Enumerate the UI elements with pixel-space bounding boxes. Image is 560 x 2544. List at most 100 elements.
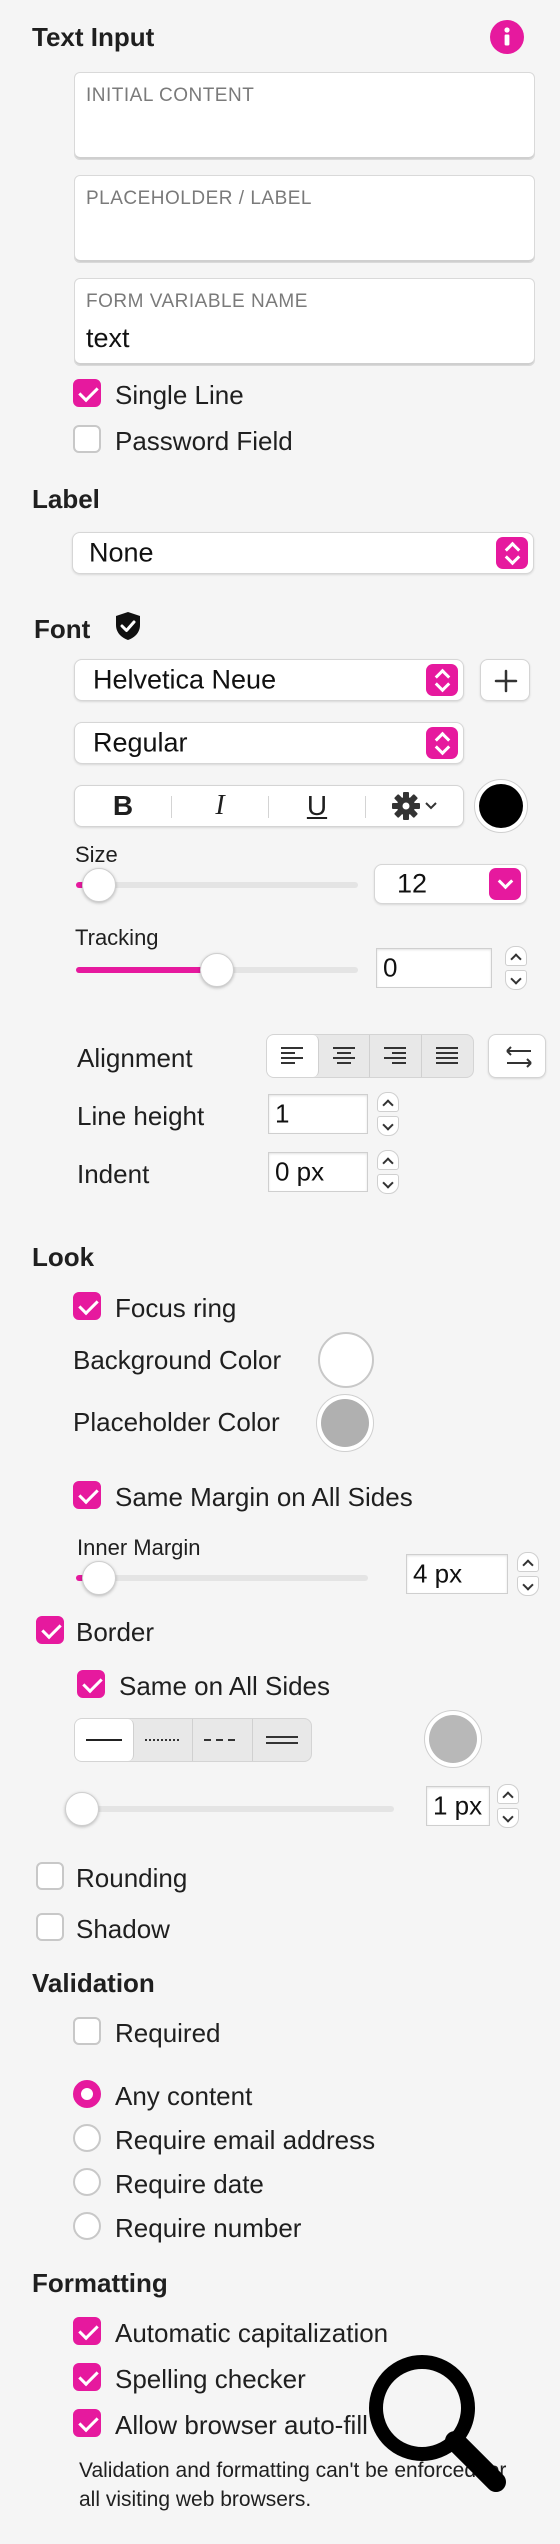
line-height-input[interactable]: 1 <box>268 1094 368 1134</box>
border-width-slider-knob[interactable] <box>65 1792 100 1826</box>
chevron-down-icon <box>489 868 521 900</box>
font-size-combobox[interactable]: 12 <box>374 864 527 904</box>
required-checkbox[interactable] <box>73 2017 101 2045</box>
require-number-radio[interactable] <box>73 2212 101 2240</box>
select-value: Helvetica Neue <box>93 664 277 695</box>
align-center-icon <box>332 1047 355 1064</box>
stepper-up-icon[interactable] <box>517 1552 539 1572</box>
inner-margin-slider[interactable] <box>76 1561 368 1595</box>
add-font-button[interactable] <box>480 659 530 701</box>
form-variable-name-field[interactable]: FORM VARIABLE NAME text <box>74 278 535 366</box>
underline-button[interactable]: U <box>269 786 365 826</box>
spelling-checker-label: Spelling checker <box>115 2364 306 2394</box>
tracking-stepper[interactable] <box>505 946 527 990</box>
border-style-segmented-control <box>74 1718 312 1762</box>
updown-chevron-icon <box>426 727 458 759</box>
stepper-down-icon[interactable] <box>377 1174 399 1194</box>
align-center-button[interactable] <box>319 1035 370 1077</box>
same-margin-checkbox[interactable] <box>73 1481 101 1509</box>
password-field-label: Password Field <box>115 426 293 456</box>
indent-stepper[interactable] <box>377 1150 399 1194</box>
spelling-checker-checkbox[interactable] <box>73 2363 101 2391</box>
align-justify-button[interactable] <box>422 1035 474 1077</box>
placeholder-color-swatch <box>321 1399 369 1447</box>
stepper-up-icon[interactable] <box>497 1784 519 1804</box>
italic-button[interactable]: I <box>172 786 268 826</box>
bold-glyph: B <box>112 790 134 821</box>
tracking-input[interactable]: 0 <box>376 948 492 988</box>
rounding-label: Rounding <box>76 1863 188 1893</box>
text-direction-button[interactable] <box>488 1034 546 1078</box>
bold-button[interactable]: B <box>75 786 171 826</box>
section-title-formatting: Formatting <box>32 2268 168 2298</box>
text-options-menu-button[interactable] <box>366 786 464 826</box>
border-width-stepper[interactable] <box>497 1784 519 1828</box>
line-dotted-icon <box>144 1739 181 1741</box>
section-title-look: Look <box>32 1242 95 1272</box>
require-date-radio[interactable] <box>73 2168 101 2196</box>
info-icon[interactable] <box>490 20 524 54</box>
align-justify-icon <box>436 1047 459 1064</box>
align-right-button[interactable] <box>370 1035 422 1077</box>
stepper-down-icon[interactable] <box>517 1576 539 1596</box>
inner-margin-slider-knob[interactable] <box>82 1561 117 1595</box>
border-solid-button[interactable] <box>75 1719 134 1761</box>
border-color-well[interactable] <box>424 1710 482 1768</box>
align-left-button[interactable] <box>267 1035 319 1077</box>
border-double-button[interactable] <box>253 1719 312 1761</box>
tracking-slider-fill <box>76 967 217 973</box>
shield-check-icon[interactable] <box>114 611 142 641</box>
background-color-label: Background Color <box>73 1345 282 1375</box>
tracking-slider-knob[interactable] <box>200 953 234 987</box>
input-value: 0 <box>383 952 398 983</box>
shadow-checkbox[interactable] <box>36 1913 64 1941</box>
underline-glyph: U <box>306 790 328 821</box>
rounding-checkbox[interactable] <box>36 1862 64 1890</box>
placeholder-color-well[interactable] <box>316 1394 374 1452</box>
stepper-up-icon[interactable] <box>505 946 527 966</box>
placeholder-label-field[interactable]: PLACEHOLDER / LABEL <box>74 175 535 263</box>
font-color-well[interactable] <box>474 779 528 833</box>
label-position-select[interactable]: None <box>72 532 534 574</box>
tracking-slider[interactable] <box>76 953 358 987</box>
password-field-checkbox[interactable] <box>73 425 101 453</box>
any-content-radio[interactable] <box>73 2080 101 2108</box>
stepper-down-icon[interactable] <box>497 1808 519 1828</box>
input-value: 1 px <box>433 1790 483 1821</box>
size-slider[interactable] <box>76 868 358 902</box>
font-family-select[interactable]: Helvetica Neue <box>74 659 464 701</box>
size-slider-knob[interactable] <box>81 868 116 902</box>
border-dashed-button[interactable] <box>193 1719 253 1761</box>
border-width-input[interactable]: 1 px <box>426 1786 490 1826</box>
single-line-checkbox[interactable] <box>73 379 101 407</box>
border-width-slider[interactable] <box>65 1792 394 1826</box>
stepper-up-icon[interactable] <box>377 1092 399 1112</box>
browser-autofill-checkbox[interactable] <box>73 2409 101 2437</box>
line-height-stepper[interactable] <box>377 1092 399 1136</box>
plus-icon <box>494 669 518 693</box>
inner-margin-label: Inner Margin <box>77 1535 201 1560</box>
indent-input[interactable]: 0 px <box>268 1152 368 1192</box>
section-title-label: Label <box>32 484 100 514</box>
font-weight-select[interactable]: Regular <box>74 722 464 764</box>
field-value: text <box>86 323 130 353</box>
inner-margin-stepper[interactable] <box>517 1552 539 1596</box>
stepper-down-icon[interactable] <box>505 970 527 990</box>
inner-margin-input[interactable]: 4 px <box>406 1554 508 1594</box>
border-checkbox[interactable] <box>36 1616 64 1644</box>
initial-content-field[interactable]: INITIAL CONTENT <box>74 72 535 160</box>
stepper-down-icon[interactable] <box>377 1116 399 1136</box>
background-color-well[interactable] <box>318 1332 374 1388</box>
chevron-down-icon <box>425 802 437 810</box>
same-on-all-sides-checkbox[interactable] <box>77 1670 105 1698</box>
single-line-label: Single Line <box>115 380 244 410</box>
field-caption: INITIAL CONTENT <box>86 85 255 106</box>
automatic-capitalization-checkbox[interactable] <box>73 2317 101 2345</box>
stepper-up-icon[interactable] <box>377 1150 399 1170</box>
same-on-all-sides-label: Same on All Sides <box>119 1671 331 1701</box>
border-dotted-button[interactable] <box>134 1719 193 1761</box>
require-email-radio[interactable] <box>73 2124 101 2152</box>
gear-icon <box>392 792 420 820</box>
indent-label: Indent <box>77 1159 150 1189</box>
focus-ring-checkbox[interactable] <box>73 1292 101 1320</box>
